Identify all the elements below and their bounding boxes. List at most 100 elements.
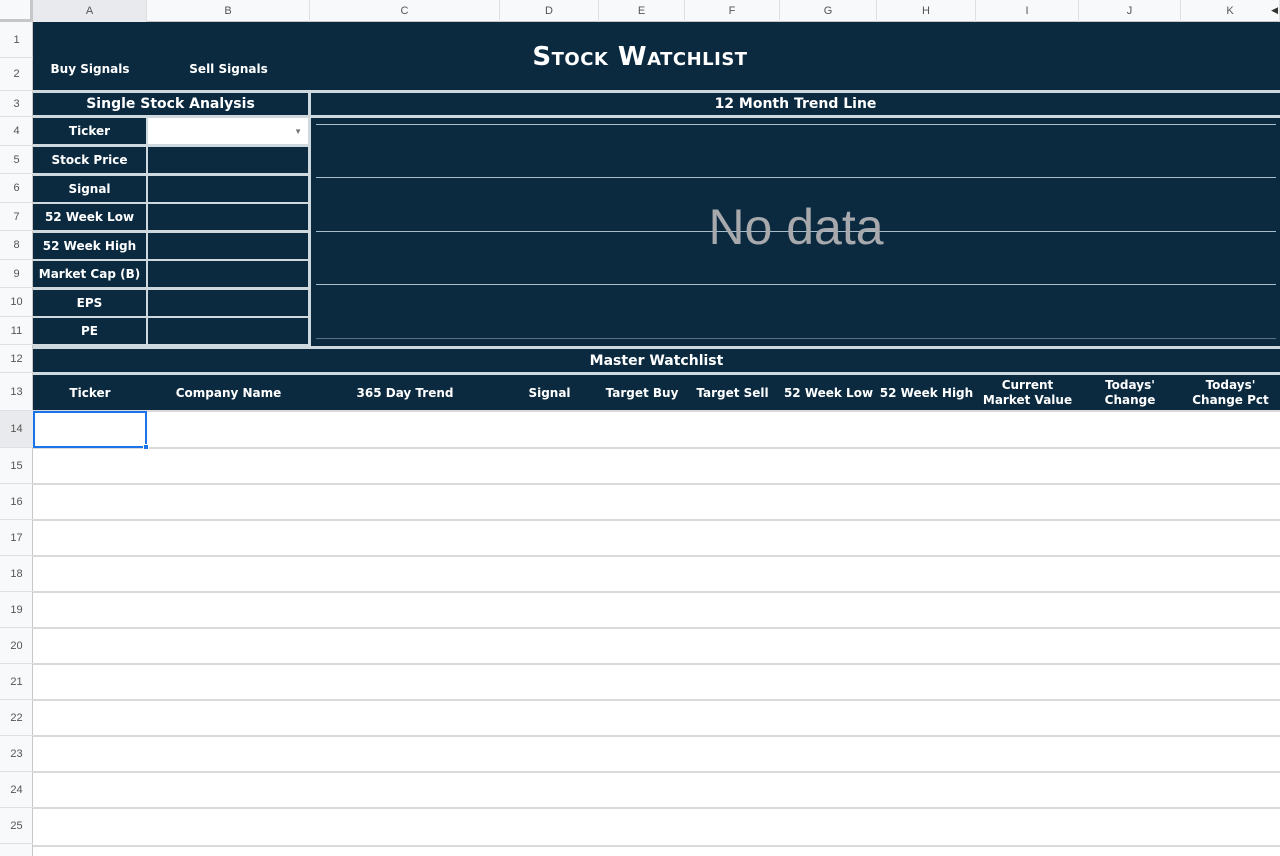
row-header[interactable]: 25	[0, 808, 33, 844]
row-header[interactable]: 10	[0, 288, 33, 317]
col-current-market-value[interactable]: Current Market Value	[976, 375, 1079, 410]
col-todays-change[interactable]: Todays' Change	[1079, 375, 1181, 410]
market-cap-value[interactable]	[148, 261, 308, 287]
table-row[interactable]	[33, 485, 1280, 521]
column-header-a[interactable]: A	[33, 0, 147, 22]
row-header[interactable]: 11	[0, 317, 33, 345]
chart-gridline	[316, 177, 1276, 178]
column-header-k[interactable]: K	[1181, 0, 1280, 22]
col-365-day-trend[interactable]: 365 Day Trend	[310, 375, 500, 410]
52-week-low-value[interactable]	[148, 204, 308, 230]
ticker-label: Ticker	[33, 118, 146, 144]
table-row[interactable]	[33, 737, 1280, 773]
dropdown-arrow-icon[interactable]: ▼	[294, 127, 302, 136]
table-row[interactable]	[33, 593, 1280, 629]
col-label: 365 Day Trend	[356, 385, 454, 400]
eps-label: EPS	[33, 290, 146, 316]
column-header-j[interactable]: J	[1079, 0, 1181, 22]
row-header[interactable]: 1	[0, 22, 33, 58]
col-label: Todays'	[1205, 377, 1256, 392]
col-label: Target Buy	[605, 385, 679, 400]
table-row[interactable]	[33, 449, 1280, 485]
row-header[interactable]: 7	[0, 203, 33, 231]
col-label: Current	[1001, 377, 1054, 392]
column-header-f[interactable]: F	[685, 0, 780, 22]
52-week-high-value[interactable]	[148, 233, 308, 259]
row-header[interactable]: 19	[0, 592, 33, 628]
column-header-i[interactable]: I	[976, 0, 1079, 22]
table-row[interactable]	[33, 629, 1280, 665]
col-target-buy[interactable]: Target Buy	[599, 375, 685, 410]
column-header-bar: A B C D E F G H I J K ◀	[0, 0, 1280, 22]
pe-value[interactable]	[148, 318, 308, 344]
column-header-b[interactable]: B	[147, 0, 310, 22]
scroll-left-icon[interactable]: ◀	[1271, 5, 1278, 16]
table-row[interactable]	[33, 701, 1280, 737]
table-row[interactable]	[33, 809, 1280, 847]
watchlist-header-row: Ticker Company Name 365 Day Trend Signal…	[33, 375, 1280, 410]
col-label: Ticker	[69, 385, 111, 400]
row-header[interactable]: 6	[0, 174, 33, 203]
stock-price-value[interactable]	[148, 147, 308, 173]
col-label: Change	[1104, 392, 1156, 407]
stock-price-label: Stock Price	[33, 147, 146, 173]
col-label: Target Sell	[696, 385, 769, 400]
market-cap-label: Market Cap (B)	[33, 261, 146, 287]
table-row[interactable]	[33, 557, 1280, 593]
row-header[interactable]: 20	[0, 628, 33, 664]
table-row[interactable]	[33, 412, 1280, 449]
col-company-name[interactable]: Company Name	[147, 375, 310, 410]
row-header[interactable]: 14	[0, 411, 33, 448]
row-header[interactable]: 15	[0, 448, 33, 484]
column-header-c[interactable]: C	[310, 0, 500, 22]
column-header-h[interactable]: H	[877, 0, 976, 22]
row-header[interactable]: 8	[0, 231, 33, 260]
row-header[interactable]: 3	[0, 91, 33, 117]
table-row[interactable]	[33, 521, 1280, 557]
eps-value[interactable]	[148, 290, 308, 316]
selected-cell-a14[interactable]	[33, 411, 147, 448]
trend-line-title: 12 Month Trend Line	[311, 93, 1280, 115]
col-todays-change-pct[interactable]: Todays' Change Pct	[1181, 375, 1280, 410]
col-signal[interactable]: Signal	[500, 375, 599, 410]
column-header-g[interactable]: G	[780, 0, 877, 22]
row-header[interactable]: 2	[0, 58, 33, 91]
row-header[interactable]: 4	[0, 117, 33, 146]
row-header[interactable]: 21	[0, 664, 33, 700]
col-label: Market Value	[982, 392, 1073, 407]
ticker-dropdown[interactable]: ▼	[148, 118, 308, 144]
table-row[interactable]	[33, 773, 1280, 809]
col-52-week-low[interactable]: 52 Week Low	[780, 375, 877, 410]
row-header[interactable]: 17	[0, 520, 33, 556]
row-header[interactable]: 22	[0, 700, 33, 736]
sell-signals-label: Sell Signals	[189, 62, 268, 76]
select-all-corner[interactable]	[0, 0, 33, 22]
buy-signals-label: Buy Signals	[50, 62, 130, 76]
page-title: Stock Watchlist	[532, 42, 748, 72]
fill-handle[interactable]	[143, 444, 149, 450]
trend-chart[interactable]: No data	[311, 118, 1280, 346]
row-header[interactable]: 16	[0, 484, 33, 520]
row-header[interactable]: 9	[0, 260, 33, 288]
signal-value[interactable]	[148, 176, 308, 202]
no-data-message: No data	[708, 199, 884, 255]
column-header-d[interactable]: D	[500, 0, 599, 22]
col-label: Todays'	[1105, 377, 1155, 392]
col-52-week-high[interactable]: 52 Week High	[877, 375, 976, 410]
chart-gridline	[316, 124, 1276, 125]
row-header[interactable]: 5	[0, 146, 33, 174]
row-header[interactable]: 23	[0, 736, 33, 772]
row-header[interactable]: 24	[0, 772, 33, 808]
row-header-bar: 1 2 3 4 5 6 7 8 9 10 11 12 13 14 15 16 1…	[0, 22, 33, 856]
signal-label: Signal	[33, 176, 146, 202]
col-ticker[interactable]: Ticker	[33, 375, 147, 410]
col-label: 52 Week High	[879, 385, 974, 400]
chart-baseline	[316, 338, 1276, 339]
column-header-e[interactable]: E	[599, 0, 685, 22]
row-header[interactable]: 12	[0, 345, 33, 373]
52-week-low-label: 52 Week Low	[33, 204, 146, 230]
col-target-sell[interactable]: Target Sell	[685, 375, 780, 410]
table-row[interactable]	[33, 665, 1280, 701]
row-header[interactable]: 13	[0, 373, 33, 411]
row-header[interactable]: 18	[0, 556, 33, 592]
